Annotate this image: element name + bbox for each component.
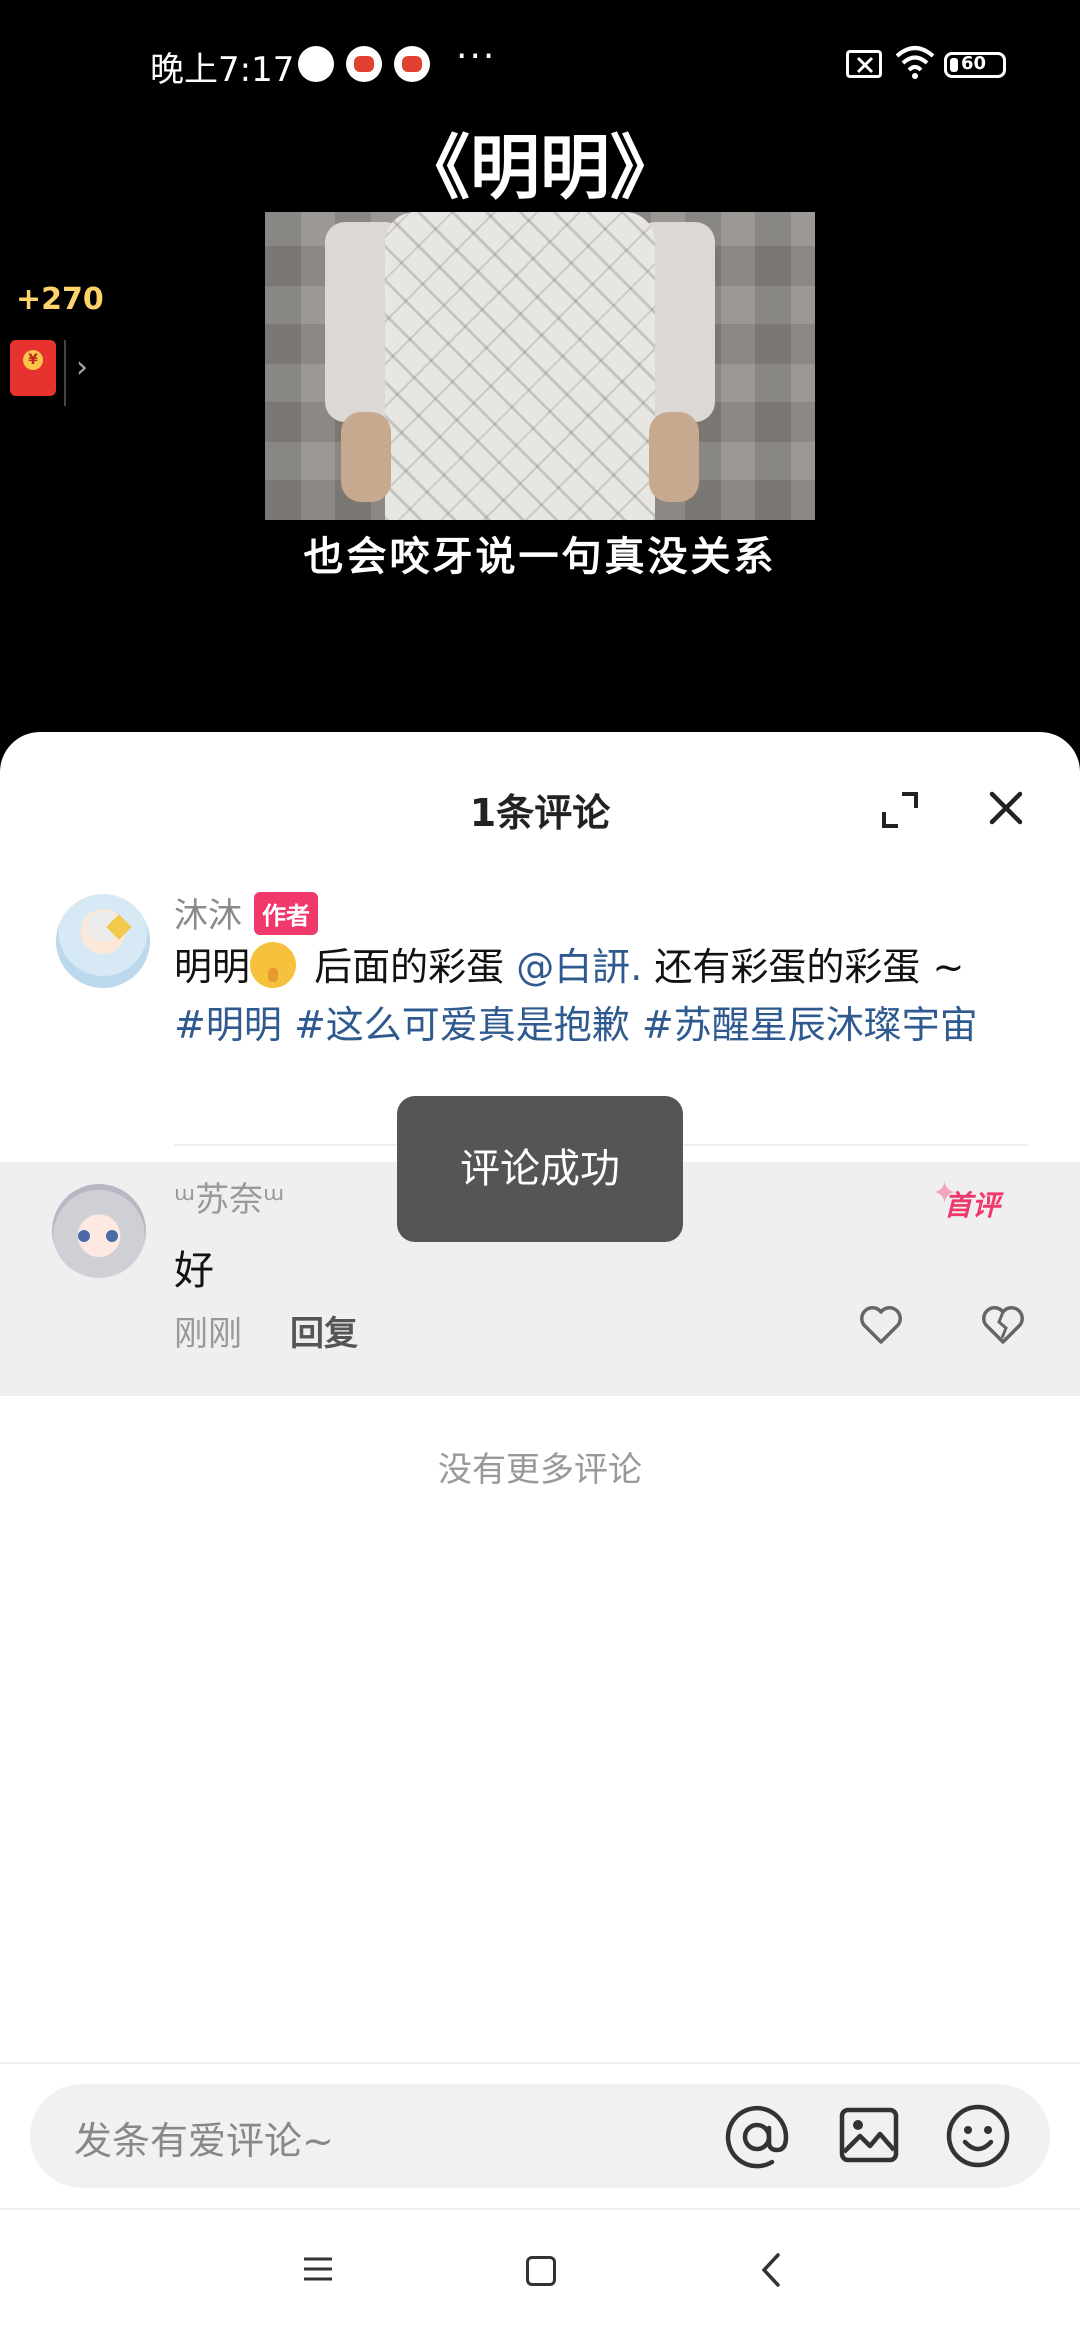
divider <box>0 2208 1080 2210</box>
reply-button[interactable]: 回复 <box>290 1306 358 1355</box>
hashtag-link[interactable]: #苏醒星辰沐璨宇宙 <box>642 1003 978 1047</box>
status-time: 晚上7:17 <box>150 50 295 90</box>
notification-app-icon <box>394 46 430 82</box>
comment-text-part: 后面的彩蛋 <box>302 945 517 989</box>
notification-app-icon <box>346 46 382 82</box>
no-sim-icon <box>846 50 882 78</box>
emoji-icon[interactable] <box>944 2102 1012 2170</box>
divider <box>0 2062 1080 2064</box>
avatar[interactable] <box>52 1184 146 1278</box>
comment-input-placeholder[interactable]: 发条有爱评论~ <box>74 2110 334 2165</box>
comment-text-part: 明明 <box>174 945 251 989</box>
at-mention-icon[interactable] <box>724 2104 790 2170</box>
comment-text-part: 还有彩蛋的彩蛋 ~ <box>642 945 965 989</box>
home-icon[interactable] <box>526 2256 556 2286</box>
author-badge: 作者 <box>254 892 318 935</box>
hashtag-link[interactable]: #这么可爱真是抱歉 <box>294 1003 630 1047</box>
comment-author-name[interactable]: ᵚ苏奈ᵚ <box>174 1172 284 1221</box>
reward-divider <box>64 340 66 406</box>
reward-points: +270 <box>16 282 104 317</box>
broken-heart-icon[interactable] <box>978 1300 1028 1350</box>
comment-timestamp: 刚刚 <box>174 1314 242 1354</box>
close-icon[interactable] <box>986 788 1026 828</box>
mention-link[interactable]: @白訮. <box>516 945 642 989</box>
shush-emoji-icon <box>250 942 297 988</box>
comment-text[interactable]: 好 <box>174 1238 214 1296</box>
chevron-right-icon[interactable]: › <box>76 350 88 385</box>
battery-icon: 60 <box>944 52 1006 78</box>
avatar[interactable] <box>56 894 150 988</box>
wifi-icon <box>895 46 935 79</box>
battery-level: 60 <box>961 53 987 74</box>
heart-icon[interactable] <box>856 1300 906 1350</box>
expand-icon[interactable] <box>880 790 920 830</box>
hashtag-link[interactable]: #明明 <box>174 1003 282 1047</box>
first-comment-badge: 首评 <box>932 1176 1000 1224</box>
back-icon[interactable] <box>756 2252 786 2288</box>
comment-text[interactable]: 明明 后面的彩蛋 @白訮. 还有彩蛋的彩蛋 ~ #明明 #这么可爱真是抱歉 #苏… <box>174 938 1034 1054</box>
video-title: 《明明》 <box>400 126 680 209</box>
red-packet-icon[interactable] <box>10 340 56 396</box>
status-bar: 晚上7:17 ··· 60 <box>0 0 1080 130</box>
image-icon[interactable] <box>838 2104 900 2166</box>
video-caption: 也会咬牙说一句真没关系 <box>303 533 777 580</box>
notification-app-icon <box>298 46 334 82</box>
toast-message: 评论成功 <box>397 1096 683 1242</box>
menu-icon[interactable] <box>302 2256 334 2282</box>
no-more-comments: 没有更多评论 <box>438 1450 642 1490</box>
comment-author-name[interactable]: 沐沐 <box>174 888 242 937</box>
video-player[interactable] <box>265 212 815 520</box>
more-notifications-icon: ··· <box>456 36 497 77</box>
